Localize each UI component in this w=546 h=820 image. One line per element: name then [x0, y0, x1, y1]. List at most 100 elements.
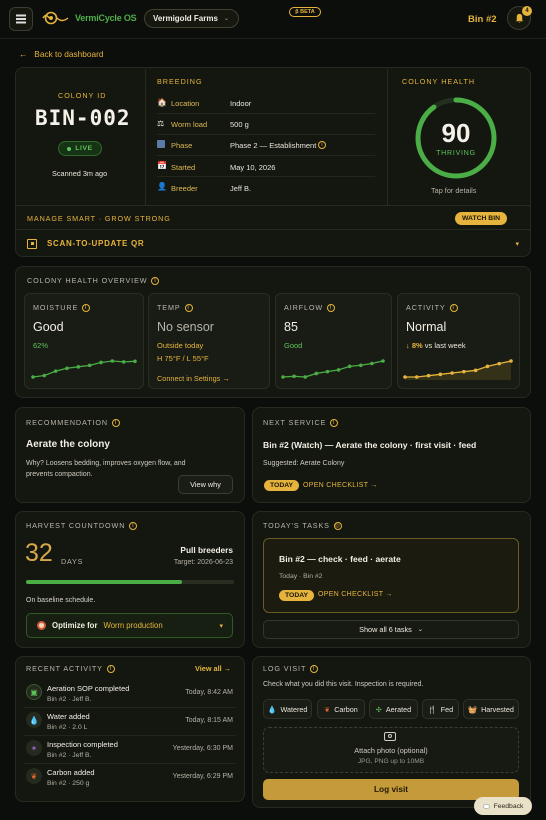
- activity-delta: ↓ 8% vs last week: [406, 341, 466, 350]
- sparkline-point: [473, 368, 478, 373]
- row-divider: [24, 735, 236, 736]
- sparkline-point: [450, 371, 454, 375]
- moisture-label: MOISTURE i: [33, 303, 91, 313]
- today-badge: TODAY: [279, 590, 315, 601]
- hamburger-icon: [16, 18, 26, 20]
- app-name: VermiCycle OS: [75, 13, 137, 23]
- divider-v2: [387, 69, 388, 206]
- tap-for-details[interactable]: Tap for details: [431, 186, 476, 195]
- sparkline-point: [65, 366, 69, 371]
- log-visit-title: LOG VISIT i: [263, 664, 319, 674]
- open-checklist-link[interactable]: OPEN CHECKLIST →: [318, 591, 393, 598]
- airflow-sparkline: [281, 359, 385, 379]
- info-icon[interactable]: i: [330, 419, 339, 428]
- harvested-chip[interactable]: 🧺 Harvested: [463, 699, 519, 719]
- sparkline-point: [303, 375, 308, 379]
- activity-item-sub: Bin #2 · Jeff B.: [47, 752, 92, 759]
- view-all-link[interactable]: View all →: [195, 664, 231, 673]
- optimize-select[interactable]: Optimize for Worm production ▾: [26, 613, 233, 638]
- activity-label: ACTIVITY i: [406, 303, 458, 313]
- health-score: 90: [441, 118, 471, 148]
- info-icon[interactable]: i: [151, 277, 160, 286]
- camera-icon: [384, 732, 396, 741]
- info-icon[interactable]: i: [111, 419, 120, 428]
- suggested-text: Suggested: Aerate Colony: [263, 460, 345, 467]
- back-link[interactable]: ← Back to dashboard: [19, 49, 103, 59]
- colony-id: BIN-002: [35, 106, 131, 130]
- menu-button[interactable]: [9, 7, 33, 31]
- info-icon[interactable]: i: [310, 665, 319, 674]
- farm-selector[interactable]: Vermigold Farms ⌄: [144, 9, 239, 28]
- sparkline-point: [485, 364, 490, 369]
- sparkline-point: [497, 361, 502, 366]
- airflow-label: AIRFLOW i: [284, 303, 336, 313]
- arrow-left-icon: ←: [19, 49, 28, 59]
- show-all-tasks-button[interactable]: Show all 6 tasks ⌄: [263, 620, 519, 639]
- health-score-ring[interactable]: 90 THRIVING: [412, 94, 500, 182]
- sparkline-point: [31, 375, 35, 379]
- sparkline-point: [358, 363, 363, 368]
- watch-bin-button[interactable]: WATCH BIN: [455, 212, 508, 225]
- sparkline-point: [121, 360, 126, 364]
- live-badge: LIVE: [58, 141, 102, 156]
- sparkline-point: [325, 369, 330, 374]
- feedback-button[interactable]: Feedback: [474, 797, 532, 815]
- temp-sub2: H 75°F / L 55°F: [157, 354, 209, 363]
- optimize-label: Optimize for: [52, 621, 98, 630]
- sparkline-point: [509, 359, 513, 363]
- arrow-right-icon: →: [385, 591, 393, 598]
- activity-item-sub: Bin #2 · 2.0 L: [47, 724, 88, 731]
- info-icon: i: [327, 304, 336, 313]
- scanned-time: Scanned 3m ago: [52, 169, 108, 178]
- phase-value: Phase 2 — Establishment: [230, 141, 317, 150]
- current-bin[interactable]: Bin #2: [468, 14, 497, 25]
- worm-load-key: Worm load: [171, 120, 208, 129]
- show-all-label: Show all 6 tasks: [359, 625, 412, 634]
- phase-info-icon[interactable]: i: [318, 140, 326, 149]
- watered-chip[interactable]: 💧 Watered: [263, 699, 312, 719]
- attach-photo-label: Attach photo (optional): [354, 746, 428, 755]
- beta-badge: β BETA: [289, 7, 321, 17]
- fed-chip[interactable]: 🍴 Fed: [422, 699, 459, 719]
- aerated-chip[interactable]: ✣ Aerated: [369, 699, 418, 719]
- open-checklist-link[interactable]: OPEN CHECKLIST →: [303, 482, 378, 489]
- person-icon: 👤: [157, 182, 167, 191]
- chevron-down-icon: ⌄: [223, 16, 229, 22]
- app-logo[interactable]: VermiCycle OS: [42, 11, 137, 25]
- notifications-button[interactable]: 4: [507, 6, 532, 30]
- aeration-icon: ✣: [375, 704, 382, 714]
- moisture-value: Good: [33, 320, 64, 334]
- sparkline-point: [281, 375, 285, 379]
- info-icon: i: [184, 304, 193, 313]
- header-divider: [0, 38, 546, 39]
- activity-item-sub: Bin #2 · 250 g: [47, 780, 90, 787]
- live-dot-icon: [67, 146, 72, 151]
- farm-name: Vermigold Farms: [153, 14, 218, 23]
- connect-settings-link[interactable]: Connect in Settings →: [157, 374, 230, 383]
- harvest-target: Target: 2026-06-23: [173, 559, 233, 566]
- qr-toggle[interactable]: SCAN-TO-UPDATE QR ▾: [27, 236, 519, 251]
- view-why-button[interactable]: View why: [178, 475, 233, 494]
- qr-code-icon: [27, 238, 37, 249]
- water-drop-icon: 💧: [267, 704, 277, 714]
- sparkline-point: [42, 373, 47, 378]
- activity-item-sub: Bin #2 · Jeff B.: [47, 696, 92, 703]
- arrow-right-icon: →: [223, 664, 231, 673]
- next-service-title: NEXT SERVICE i: [263, 418, 339, 428]
- activity-item-time: Today, 8:15 AM: [185, 717, 233, 724]
- arrow-right-icon: →: [222, 374, 230, 383]
- row-divider: [16, 229, 530, 230]
- carbon-chip[interactable]: ❦ Carbon: [317, 699, 365, 719]
- row-divider: [157, 155, 375, 156]
- sparkline-point: [87, 363, 92, 368]
- sparkline-point: [76, 365, 81, 369]
- info-icon[interactable]: i: [106, 665, 115, 674]
- info-icon[interactable]: ◎: [333, 522, 342, 531]
- harvest-days: 32: [25, 539, 53, 567]
- location-key: Location: [171, 99, 200, 108]
- airflow-value: 85: [284, 320, 298, 334]
- sparkline-point: [53, 369, 58, 373]
- activity-item-time: Yesterday, 6:30 PM: [172, 745, 233, 752]
- sparkline-point: [381, 359, 385, 363]
- info-icon[interactable]: i: [129, 522, 138, 531]
